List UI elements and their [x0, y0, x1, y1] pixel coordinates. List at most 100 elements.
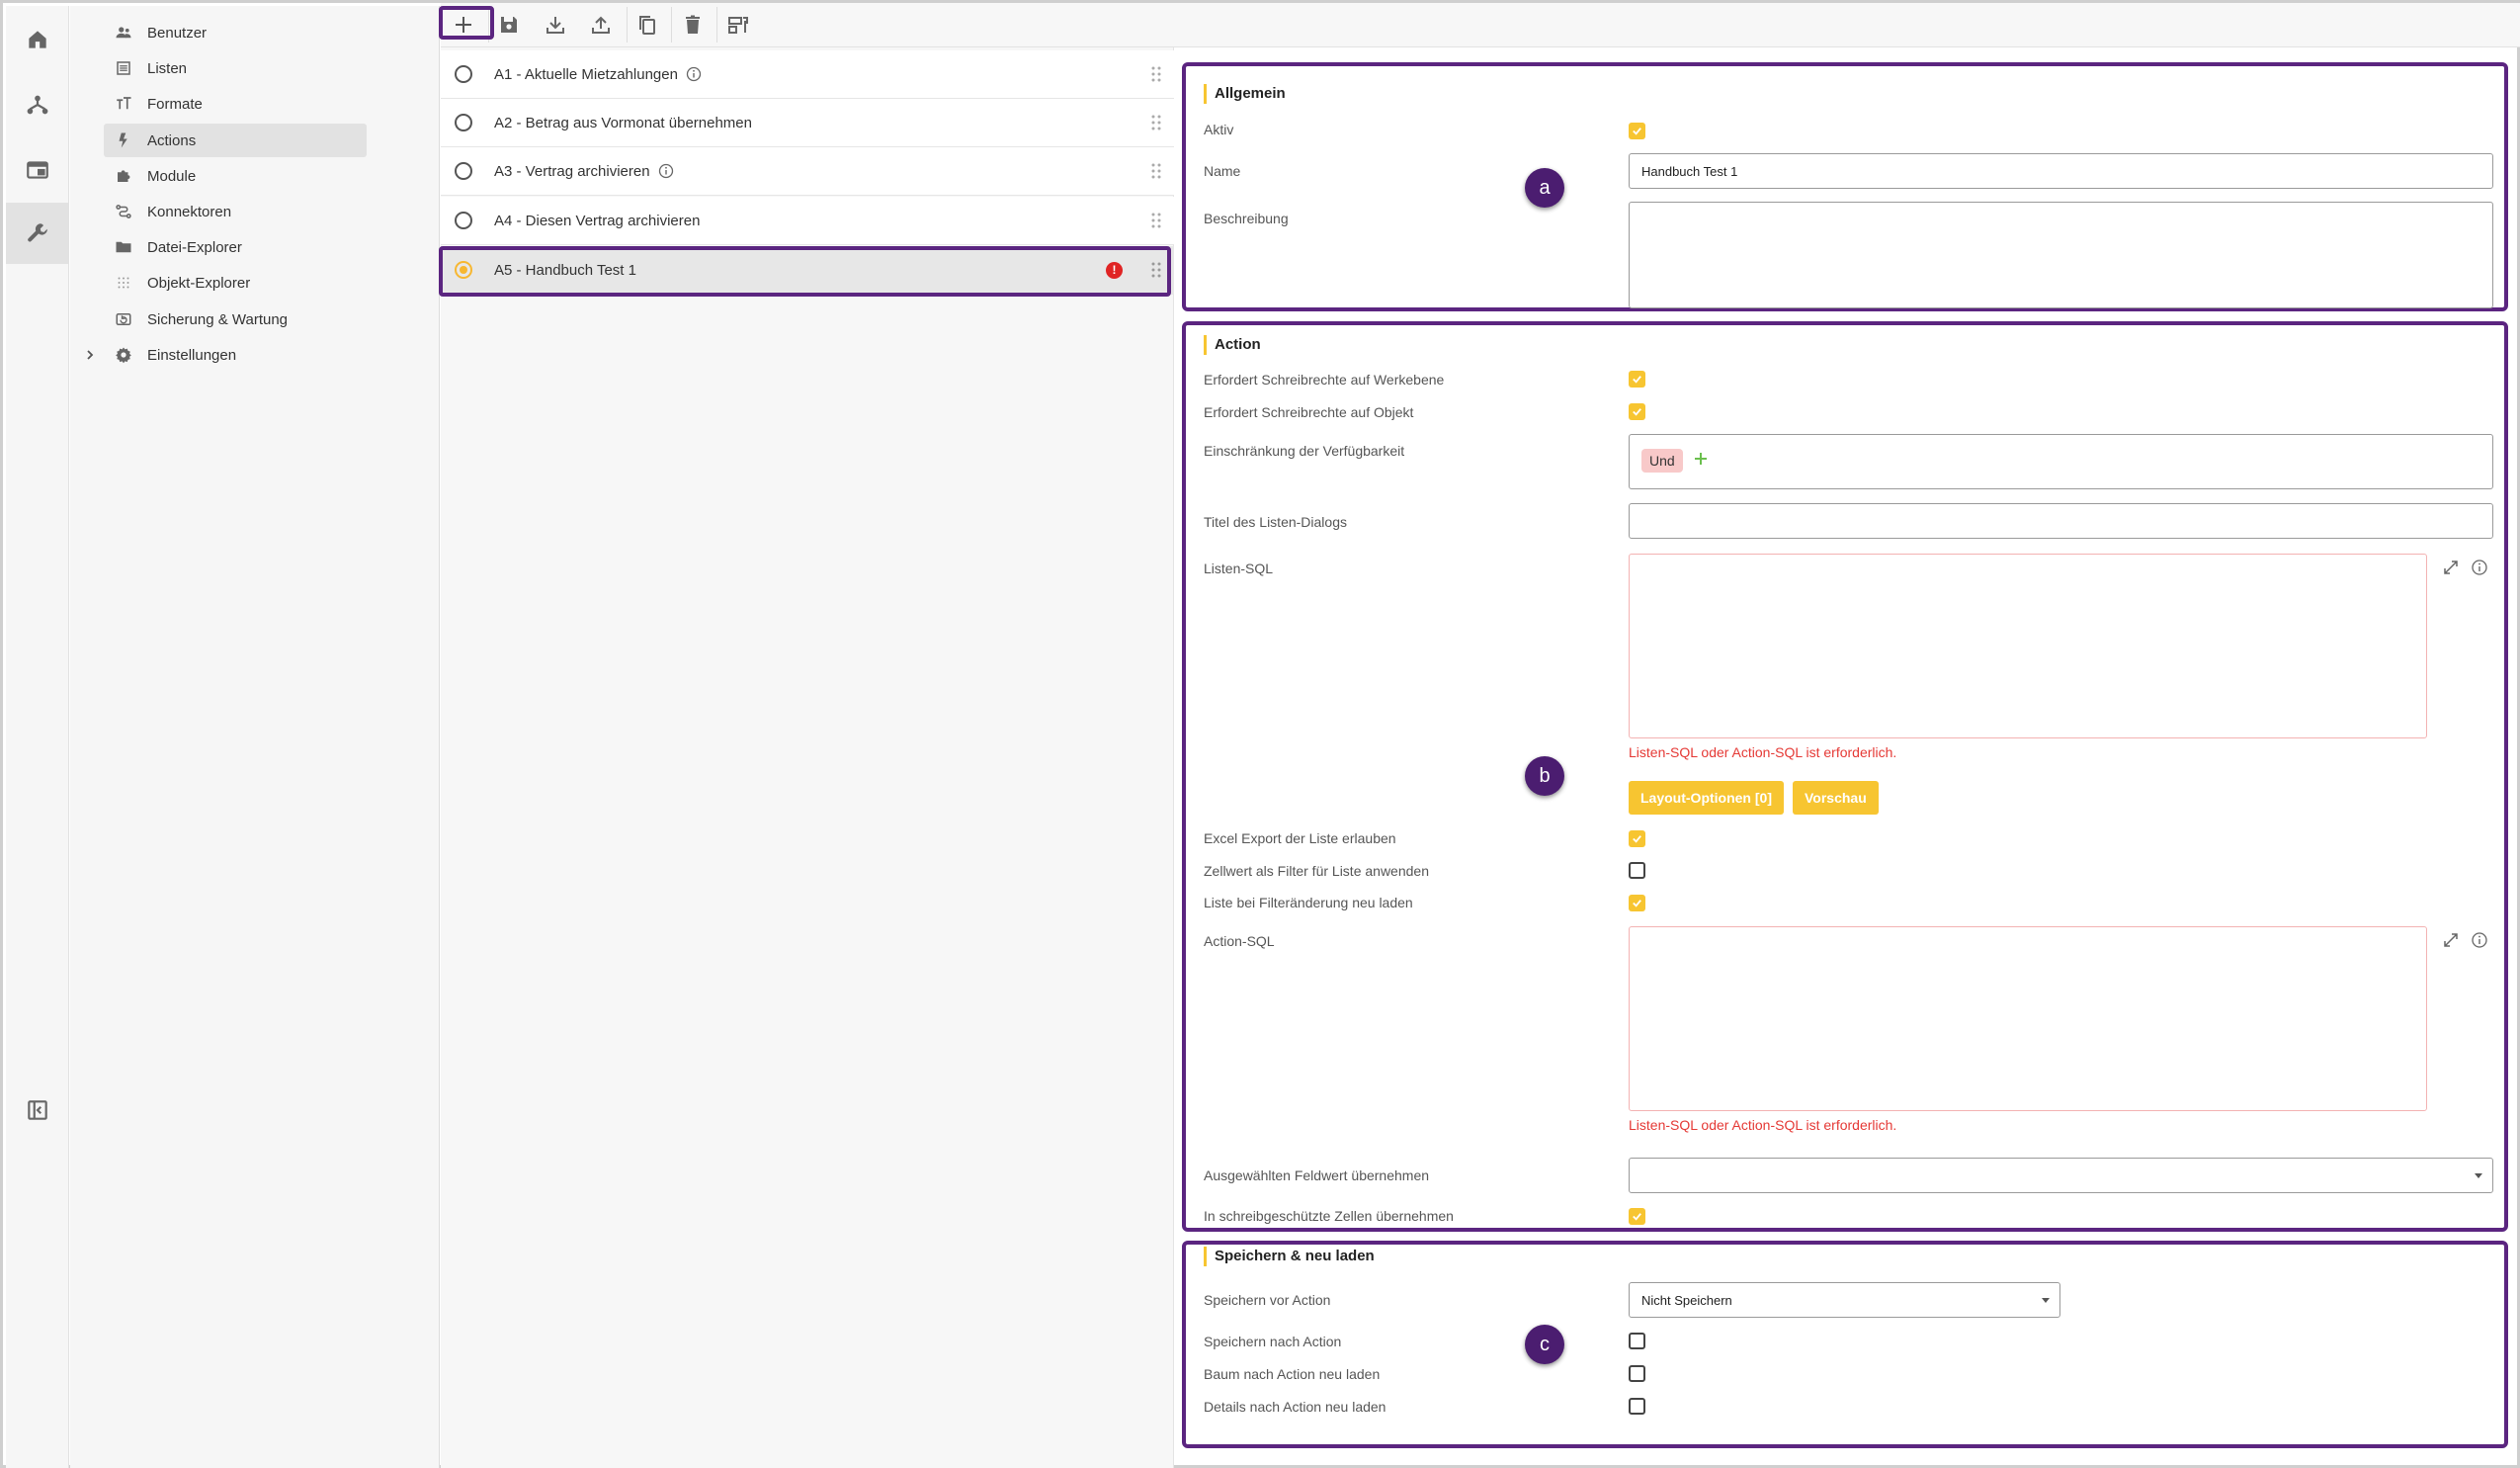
neu-laden-checkbox[interactable]: [1629, 895, 1645, 911]
window-icon[interactable]: [6, 139, 69, 201]
nav-item-label: Einstellungen: [147, 346, 237, 364]
aktiv-checkbox[interactable]: [1629, 123, 1645, 139]
row-label: A3 - Vertrag archivieren: [494, 162, 650, 180]
info-icon[interactable]: [686, 66, 702, 82]
aktiv-label: Aktiv: [1204, 122, 1234, 137]
row-radio[interactable]: [455, 65, 472, 83]
list-icon: [114, 58, 133, 78]
section-action: Action Erfordert Schreibrechte auf Werke…: [1182, 321, 2508, 1232]
schreibgeschuetzt-checkbox[interactable]: [1629, 1208, 1645, 1225]
toolbar: [441, 3, 2520, 47]
row-radio[interactable]: [455, 212, 472, 229]
row-radio[interactable]: [455, 114, 472, 131]
nav-item-objekt-explorer[interactable]: Objekt-Explorer: [104, 266, 367, 300]
action-row-a1[interactable]: A1 - Aktuelle Mietzahlungen: [441, 50, 1174, 99]
beschreibung-textarea[interactable]: [1629, 202, 2493, 308]
section-title: Action: [1204, 335, 1261, 355]
selected-row-highlight: [439, 246, 1171, 297]
excel-checkbox[interactable]: [1629, 830, 1645, 847]
zellwert-checkbox[interactable]: [1629, 862, 1645, 879]
nav-item-sicherung[interactable]: Sicherung & Wartung: [104, 302, 367, 336]
folder-icon: [114, 237, 133, 257]
feldwert-label: Ausgewählten Feldwert übernehmen: [1204, 1167, 1430, 1183]
bolt-icon: [114, 130, 133, 150]
nav-item-actions[interactable]: Actions: [104, 124, 367, 157]
speichern-vor-value: Nicht Speichern: [1641, 1292, 1732, 1308]
excel-label: Excel Export der Liste erlauben: [1204, 830, 1396, 846]
neu-laden-label: Liste bei Filteränderung neu laden: [1204, 895, 1413, 910]
nav-item-label: Konnektoren: [147, 203, 232, 220]
info-icon[interactable]: [658, 163, 674, 179]
action-sql-label: Action-SQL: [1204, 933, 1275, 949]
werkebene-label: Erfordert Schreibrechte auf Werkebene: [1204, 372, 1445, 388]
beschreibung-label: Beschreibung: [1204, 211, 1289, 226]
nav-item-einstellungen[interactable]: Einstellungen: [104, 338, 367, 372]
titel-label: Titel des Listen-Dialogs: [1204, 514, 1347, 530]
action-sql-editor[interactable]: [1629, 926, 2427, 1111]
objekt-checkbox[interactable]: [1629, 403, 1645, 420]
action-row-a4[interactable]: A4 - Diesen Vertrag archivieren: [441, 197, 1174, 245]
expand-icon[interactable]: [2442, 931, 2460, 949]
download-icon[interactable]: [537, 7, 574, 43]
copy-icon[interactable]: [629, 7, 666, 43]
save-icon[interactable]: [490, 7, 528, 43]
listen-sql-label: Listen-SQL: [1204, 561, 1274, 576]
delete-icon[interactable]: [674, 7, 712, 43]
werkebene-checkbox[interactable]: [1629, 371, 1645, 388]
drag-handle-icon[interactable]: [1150, 212, 1162, 229]
nav-item-datei-explorer[interactable]: Datei-Explorer: [104, 230, 367, 264]
name-input[interactable]: Handbuch Test 1: [1629, 153, 2493, 189]
puzzle-icon: [114, 166, 133, 186]
layout-options-button[interactable]: Layout-Optionen [0]: [1629, 781, 1784, 815]
drag-handle-icon[interactable]: [1150, 114, 1162, 131]
wrench-icon[interactable]: [6, 203, 69, 264]
listen-sql-editor[interactable]: [1629, 554, 2427, 738]
hierarchy-icon[interactable]: [6, 74, 69, 135]
section-allgemein: Allgemein Aktiv Name Handbuch Test 1 Bes…: [1182, 62, 2508, 311]
drag-handle-icon[interactable]: [1150, 162, 1162, 180]
einschraenkung-label: Einschränkung der Verfügbarkeit: [1204, 443, 1405, 459]
action-row-a2[interactable]: A2 - Betrag aus Vormonat übernehmen: [441, 99, 1174, 147]
collapse-panel-icon[interactable]: [6, 1079, 69, 1141]
speichern-nach-label: Speichern nach Action: [1204, 1334, 1342, 1349]
chevron-right-icon[interactable]: [82, 347, 98, 363]
schreibgeschuetzt-label: In schreibgeschützte Zellen übernehmen: [1204, 1208, 1454, 1224]
action-sql-error: Listen-SQL oder Action-SQL ist erforderl…: [1629, 1117, 1897, 1133]
connector-icon: [114, 202, 133, 221]
nav-item-label: Sicherung & Wartung: [147, 310, 289, 328]
info-icon[interactable]: [2471, 931, 2488, 949]
nav-item-benutzer[interactable]: Benutzer: [104, 16, 367, 49]
vorschau-button[interactable]: Vorschau: [1793, 781, 1879, 815]
upload-icon[interactable]: [582, 7, 620, 43]
speichern-nach-checkbox[interactable]: [1629, 1333, 1645, 1349]
nav-item-label: Listen: [147, 59, 188, 77]
expand-icon[interactable]: [2442, 559, 2460, 576]
details-checkbox[interactable]: [1629, 1398, 1645, 1415]
nav-item-listen[interactable]: Listen: [104, 51, 367, 85]
nav-tree: Benutzer Listen Formate Actions Module K…: [70, 6, 440, 1468]
feldwert-select[interactable]: [1629, 1158, 2493, 1193]
drag-handle-icon[interactable]: [1150, 65, 1162, 83]
add-condition-icon[interactable]: [1691, 449, 1711, 469]
action-row-a3[interactable]: A3 - Vertrag archivieren: [441, 147, 1174, 196]
baum-checkbox[interactable]: [1629, 1365, 1645, 1382]
nav-item-module[interactable]: Module: [104, 159, 367, 193]
nav-item-formate[interactable]: Formate: [104, 87, 367, 121]
titel-input[interactable]: [1629, 503, 2493, 539]
section-title: Speichern & neu laden: [1204, 1247, 1375, 1266]
nav-item-label: Module: [147, 167, 197, 185]
info-icon[interactable]: [2471, 559, 2488, 576]
einschraenkung-field[interactable]: Und: [1629, 434, 2493, 489]
dropdown-arrow-icon: [2042, 1298, 2050, 1303]
nav-item-label: Benutzer: [147, 24, 208, 42]
home-icon[interactable]: [6, 9, 69, 70]
grid-icon: [114, 273, 133, 293]
layout-icon[interactable]: [719, 7, 757, 43]
gear-icon: [114, 345, 133, 365]
nav-item-konnektoren[interactable]: Konnektoren: [104, 195, 367, 228]
speichern-vor-select[interactable]: Nicht Speichern: [1629, 1282, 2060, 1318]
row-radio[interactable]: [455, 162, 472, 180]
row-label: A1 - Aktuelle Mietzahlungen: [494, 65, 678, 83]
baum-label: Baum nach Action neu laden: [1204, 1366, 1381, 1382]
und-chip[interactable]: Und: [1641, 449, 1683, 473]
